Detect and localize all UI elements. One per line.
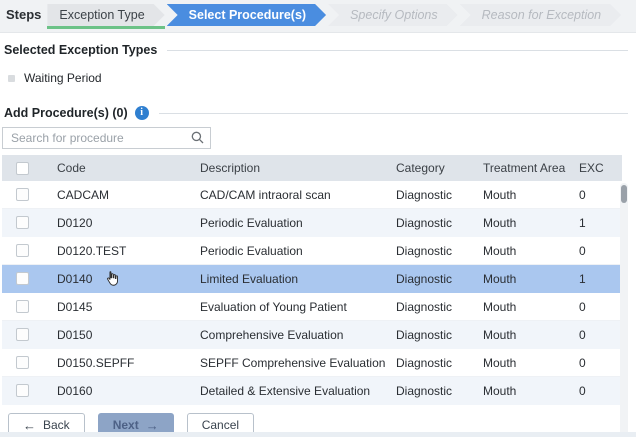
breadcrumb: Steps Exception Type Select Procedure(s)… [0, 0, 636, 33]
cell-description: SEPFF Comprehensive Evaluation [200, 355, 386, 370]
cell-category: Diagnostic [396, 355, 453, 370]
bullet-icon [8, 74, 15, 82]
cell-code: CADCAM [57, 187, 110, 202]
cell-exc: 0 [579, 327, 586, 342]
scrollbar-thumb[interactable] [621, 185, 627, 203]
info-icon[interactable]: i [134, 106, 149, 120]
cell-exc: 1 [579, 271, 586, 286]
cell-code: D0145 [57, 299, 93, 314]
table-row[interactable]: D0150.SEPFF SEPFF Comprehensive Evaluati… [2, 349, 622, 377]
cancel-button-label: Cancel [201, 418, 240, 432]
cell-code: D0140 [57, 271, 93, 286]
row-checkbox[interactable] [16, 300, 29, 313]
table-header-row: Code Description Category Treatment Area… [2, 155, 622, 181]
cell-exc: 1 [579, 215, 586, 230]
cursor-icon [103, 270, 120, 292]
table-row[interactable]: D0150 Comprehensive Evaluation Diagnosti… [2, 321, 622, 349]
tab-select-procedures-label: Select Procedure(s) [167, 4, 326, 26]
bottom-edge-strip [0, 432, 636, 437]
cell-description: Limited Evaluation [200, 271, 299, 286]
column-header-code: Code [57, 161, 86, 175]
tab-exception-type[interactable]: Exception Type [47, 4, 165, 29]
table-row[interactable]: D0145 Evaluation of Young Patient Diagno… [2, 293, 622, 321]
select-all-checkbox[interactable] [16, 161, 29, 175]
section-title: Add Procedure(s) (0) [4, 106, 128, 120]
cell-category: Diagnostic [396, 299, 453, 314]
cell-treatment-area: Mouth [483, 355, 517, 370]
column-header-description: Description [200, 161, 261, 175]
cell-category: Diagnostic [396, 243, 453, 258]
cell-treatment-area: Mouth [483, 187, 517, 202]
tab-reason-for-exception-label: Reason for Exception [460, 4, 622, 26]
cell-category: Diagnostic [396, 187, 453, 202]
cell-description: CAD/CAM intraoral scan [200, 187, 331, 202]
cell-treatment-area: Mouth [483, 299, 517, 314]
tab-specify-options-label: Specify Options [328, 4, 458, 26]
cell-category: Diagnostic [396, 271, 453, 286]
cell-code: D0160 [57, 383, 93, 398]
cell-treatment-area: Mouth [483, 271, 517, 286]
row-checkbox[interactable] [16, 356, 29, 369]
cell-description: Comprehensive Evaluation [200, 327, 344, 342]
cell-treatment-area: Mouth [483, 327, 517, 342]
search-input[interactable] [2, 127, 211, 149]
cell-exc: 0 [579, 243, 586, 258]
table-row-selected[interactable]: D0140 Limited Evaluation Diagnostic Mout… [2, 265, 622, 293]
cell-exc: 0 [579, 383, 586, 398]
procedure-table: Code Description Category Treatment Area… [0, 155, 636, 437]
step-progress-underline [47, 26, 165, 29]
tab-exception-type-label: Exception Type [47, 4, 164, 26]
column-header-category: Category [396, 161, 445, 175]
cell-description: Detailed & Extensive Evaluation [200, 383, 371, 398]
cell-exc: 0 [579, 187, 586, 202]
search-container [2, 127, 211, 149]
column-header-exc: EXC [579, 161, 604, 175]
cell-description: Evaluation of Young Patient [200, 299, 347, 314]
row-checkbox[interactable] [16, 188, 29, 201]
steps-label: Steps [6, 7, 42, 22]
row-checkbox[interactable] [16, 216, 29, 229]
tab-select-procedures[interactable]: Select Procedure(s) [167, 4, 326, 26]
section-title: Selected Exception Types [4, 43, 158, 57]
divider [167, 49, 628, 51]
cell-code: D0150.SEPFF [57, 355, 135, 370]
tab-specify-options: Specify Options [328, 4, 458, 26]
table-row[interactable]: D0120 Periodic Evaluation Diagnostic Mou… [2, 209, 622, 237]
cell-description: Periodic Evaluation [200, 215, 303, 230]
row-checkbox[interactable] [16, 272, 29, 285]
exception-type-name: Waiting Period [24, 71, 102, 85]
cell-category: Diagnostic [396, 215, 453, 230]
column-header-treatment-area: Treatment Area [483, 161, 566, 175]
tab-reason-for-exception: Reason for Exception [460, 4, 622, 26]
table-row[interactable]: CADCAM CAD/CAM intraoral scan Diagnostic… [2, 181, 622, 209]
cell-treatment-area: Mouth [483, 383, 517, 398]
divider [158, 112, 628, 114]
add-procedures-section-header: Add Procedure(s) (0) i [4, 106, 628, 120]
cell-code: D0120.TEST [57, 243, 127, 258]
cell-category: Diagnostic [396, 383, 453, 398]
vertical-scrollbar[interactable] [620, 183, 628, 437]
cell-exc: 0 [579, 355, 586, 370]
cell-code: D0120 [57, 215, 93, 230]
table-row[interactable]: D0120.TEST Periodic Evaluation Diagnosti… [2, 237, 622, 265]
next-arrow-icon: → [145, 417, 159, 433]
table-row[interactable]: D0160 Detailed & Extensive Evaluation Di… [2, 377, 622, 405]
list-item: Waiting Period [8, 71, 636, 85]
row-checkbox[interactable] [16, 328, 29, 341]
search-icon [191, 131, 204, 149]
row-checkbox[interactable] [16, 384, 29, 397]
cell-code: D0150 [57, 327, 93, 342]
cell-treatment-area: Mouth [483, 243, 517, 258]
cell-treatment-area: Mouth [483, 215, 517, 230]
cell-exc: 0 [579, 299, 586, 314]
cell-description: Periodic Evaluation [200, 243, 303, 258]
next-button-label: Next [112, 418, 139, 432]
selected-exception-section-header: Selected Exception Types [4, 43, 628, 57]
back-button-label: Back [43, 418, 70, 432]
back-arrow-icon: ← [23, 417, 36, 433]
row-checkbox[interactable] [16, 244, 29, 257]
cell-category: Diagnostic [396, 327, 453, 342]
